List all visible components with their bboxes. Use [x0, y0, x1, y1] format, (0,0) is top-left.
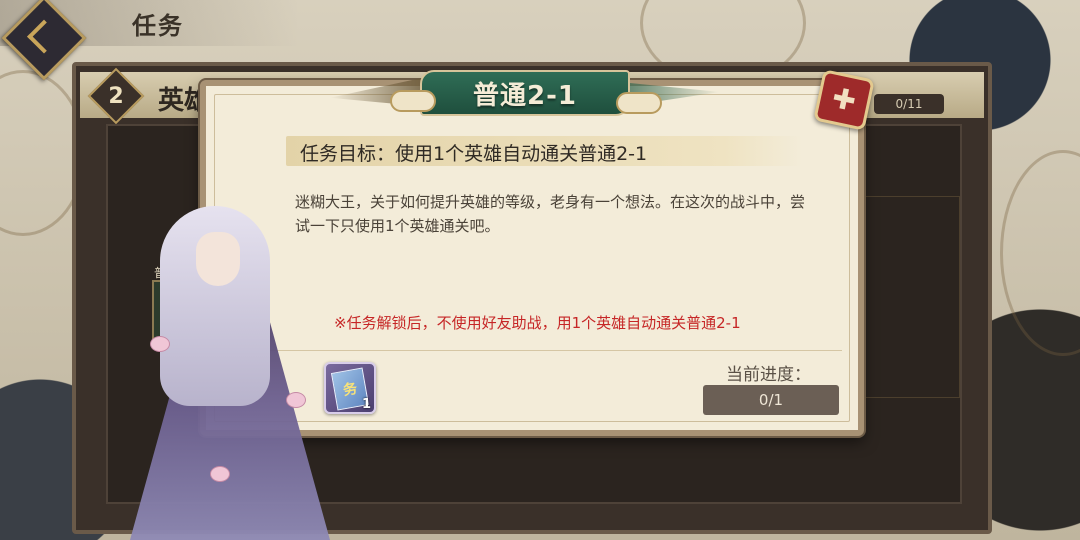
progress-label: 当前进度：	[726, 365, 811, 385]
character-face	[196, 232, 240, 286]
close-cross-icon: ✚	[829, 80, 860, 119]
ribbon-icon	[286, 392, 306, 408]
reward-count: 1	[361, 397, 371, 412]
quest-description: 迷糊大王，关于如何提升英雄的等级，老身有一个想法。在这次的战斗中，尝试一下只使用…	[295, 193, 806, 235]
cloud-ornament-icon	[390, 90, 436, 112]
ribbon-icon	[210, 466, 230, 482]
back-arrow-icon	[27, 19, 61, 54]
ribbon-icon	[150, 336, 170, 352]
quest-goal: 任务目标：使用1个英雄自动通关普通2-1	[300, 143, 648, 165]
title-banner: 普通2-1	[330, 62, 720, 122]
progress-value: 0/1	[703, 385, 839, 415]
cloud-ornament-icon	[616, 92, 662, 114]
banner-body: 普通2-1	[420, 70, 630, 116]
chapter-progress: 0/11	[874, 94, 944, 114]
character-portrait	[110, 196, 340, 540]
page-title: 任务	[132, 12, 184, 40]
close-button[interactable]: ✚	[813, 69, 875, 131]
chapter-number-badge: 2	[87, 67, 145, 125]
dialog-title: 普通2-1	[473, 80, 577, 111]
reward-glyph: 务	[341, 380, 359, 400]
quest-unlock-note: ※任务解锁后，不使用好友助战，用1个英雄自动通关普通2-1	[334, 314, 741, 332]
chapter-number: 2	[108, 83, 124, 109]
